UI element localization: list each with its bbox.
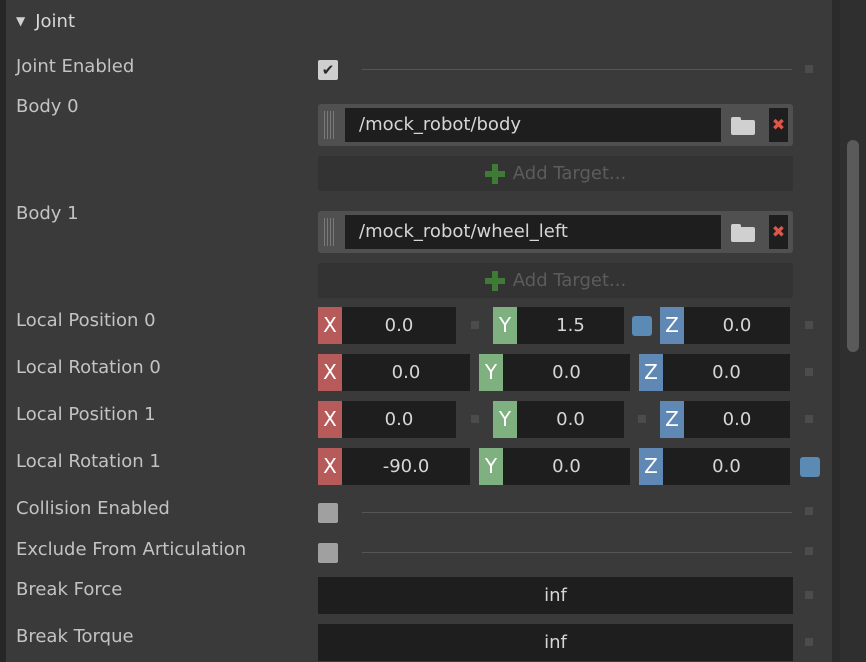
z-axis-label: Z [639, 448, 663, 485]
default-value-marker[interactable] [805, 507, 813, 515]
default-value-marker[interactable] [805, 415, 813, 423]
local-position-1-vector: X 0.0 Y 0.0 Z 0.0 [318, 401, 790, 438]
y-axis-label: Y [479, 448, 503, 485]
row-divider [362, 512, 792, 513]
default-value-marker[interactable] [471, 321, 479, 329]
row-divider [362, 552, 792, 553]
body1-target-row: /mock_robot/wheel_left ✖ [318, 211, 793, 253]
default-value-marker[interactable] [805, 547, 813, 555]
z-axis-label: Z [660, 307, 684, 344]
body0-add-target-button[interactable]: Add Target... [318, 156, 793, 191]
section-title: Joint [35, 10, 76, 32]
y-axis-label: Y [493, 307, 517, 344]
z-axis-label: Z [660, 401, 684, 438]
local-rotation-1-x[interactable]: -90.0 [342, 448, 470, 485]
local-position-0-y[interactable]: 1.5 [517, 307, 624, 344]
add-target-label: Add Target... [512, 163, 627, 184]
drag-handle-icon[interactable] [324, 218, 334, 246]
local-rotation-1-label: Local Rotation 1 [16, 451, 161, 472]
plus-icon [484, 163, 505, 184]
body0-target-row: /mock_robot/body ✖ [318, 104, 793, 146]
default-value-marker[interactable] [805, 638, 813, 646]
exclude-from-articulation-checkbox[interactable] [318, 543, 338, 563]
body0-path-field[interactable]: /mock_robot/body [345, 108, 721, 142]
exclude-from-articulation-label: Exclude From Articulation [16, 539, 247, 560]
local-position-0-vector: X 0.0 Y 1.5 Z 0.0 [318, 307, 790, 344]
folder-icon[interactable] [731, 117, 755, 135]
local-rotation-0-y[interactable]: 0.0 [503, 354, 630, 391]
joint-enabled-checkbox[interactable]: ✔ [318, 60, 338, 80]
break-force-field[interactable]: inf [318, 577, 793, 614]
default-value-marker[interactable] [638, 415, 646, 423]
default-value-marker[interactable] [805, 65, 813, 73]
body1-label: Body 1 [16, 203, 79, 224]
close-icon: ✖ [771, 222, 786, 241]
local-position-1-z[interactable]: 0.0 [684, 401, 790, 438]
z-axis-label: Z [639, 354, 663, 391]
scrollbar-thumb[interactable] [847, 140, 859, 352]
row-divider [362, 69, 792, 70]
y-axis-label: Y [479, 354, 503, 391]
close-icon: ✖ [771, 115, 786, 134]
folder-icon[interactable] [731, 224, 755, 242]
local-rotation-1-z[interactable]: 0.0 [663, 448, 790, 485]
break-torque-label: Break Torque [16, 626, 134, 647]
collision-enabled-label: Collision Enabled [16, 498, 170, 519]
triangle-down-icon[interactable]: ▼ [16, 14, 25, 28]
plus-icon [484, 270, 505, 291]
default-value-marker[interactable] [805, 591, 813, 599]
remove-target-button[interactable]: ✖ [769, 215, 788, 249]
joint-enabled-label: Joint Enabled [16, 56, 135, 77]
x-axis-label: X [318, 354, 342, 391]
x-axis-label: X [318, 401, 342, 438]
local-rotation-0-vector: X 0.0 Y 0.0 Z 0.0 [318, 354, 790, 391]
body0-label: Body 0 [16, 96, 79, 117]
local-rotation-0-z[interactable]: 0.0 [663, 354, 790, 391]
local-position-0-x[interactable]: 0.0 [342, 307, 456, 344]
x-axis-label: X [318, 448, 342, 485]
local-rotation-0-label: Local Rotation 0 [16, 357, 161, 378]
body1-path-field[interactable]: /mock_robot/wheel_left [345, 215, 721, 249]
local-position-1-label: Local Position 1 [16, 404, 156, 425]
modified-value-marker[interactable] [800, 457, 820, 477]
collision-enabled-checkbox[interactable] [318, 503, 338, 523]
local-position-0-label: Local Position 0 [16, 310, 156, 331]
break-force-label: Break Force [16, 579, 123, 600]
local-position-1-x[interactable]: 0.0 [342, 401, 456, 438]
remove-target-button[interactable]: ✖ [769, 108, 788, 142]
default-value-marker[interactable] [805, 321, 813, 329]
default-value-marker[interactable] [471, 415, 479, 423]
x-axis-label: X [318, 307, 342, 344]
joint-section-header[interactable]: ▼ Joint [16, 8, 75, 34]
local-rotation-1-vector: X -90.0 Y 0.0 Z 0.0 [318, 448, 790, 485]
checkmark-icon: ✔ [321, 61, 335, 79]
body1-add-target-button[interactable]: Add Target... [318, 263, 793, 298]
default-value-marker[interactable] [805, 368, 813, 376]
local-rotation-1-y[interactable]: 0.0 [503, 448, 630, 485]
local-position-1-y[interactable]: 0.0 [517, 401, 624, 438]
local-position-0-z[interactable]: 0.0 [684, 307, 790, 344]
modified-value-marker[interactable] [632, 316, 652, 336]
y-axis-label: Y [493, 401, 517, 438]
break-torque-field[interactable]: inf [318, 624, 793, 661]
drag-handle-icon[interactable] [324, 111, 334, 139]
add-target-label: Add Target... [512, 270, 627, 291]
local-rotation-0-x[interactable]: 0.0 [342, 354, 470, 391]
